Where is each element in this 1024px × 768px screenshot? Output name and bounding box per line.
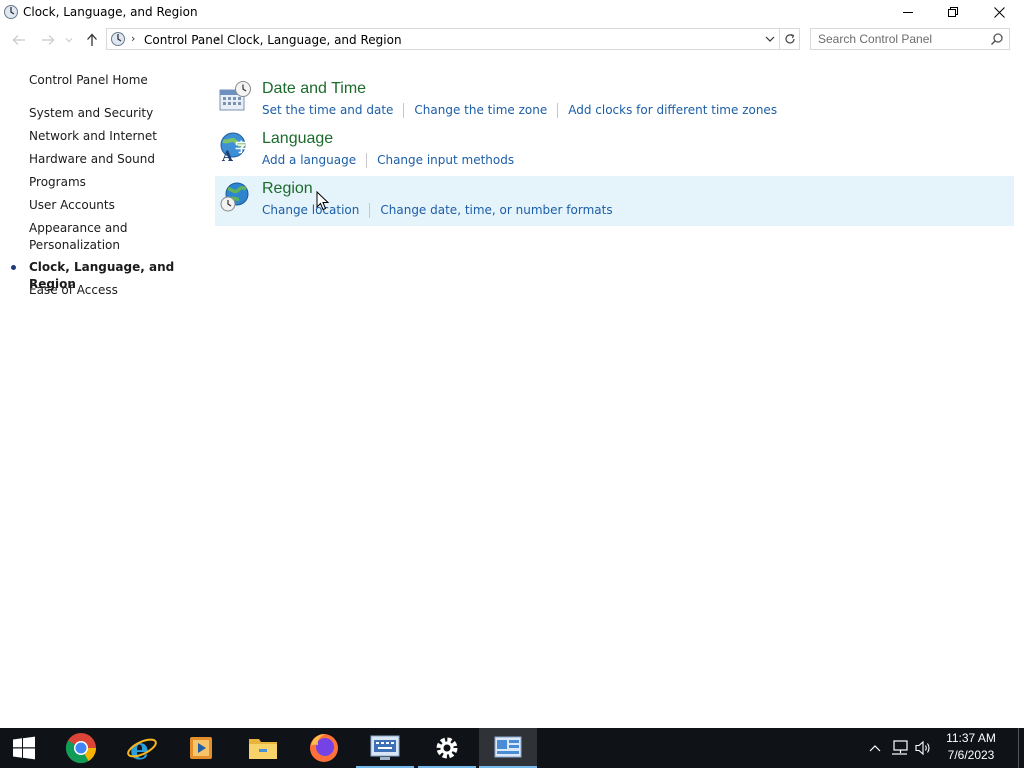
show-hidden-icons-button[interactable] bbox=[866, 728, 884, 768]
settings-gear-icon bbox=[436, 737, 458, 759]
chevron-down-icon bbox=[65, 38, 73, 43]
network-tray-button[interactable] bbox=[889, 728, 911, 768]
date-and-time-title[interactable]: Date and Time bbox=[262, 80, 366, 98]
change-location-link[interactable]: Change location bbox=[262, 203, 359, 217]
close-icon bbox=[993, 6, 1005, 18]
change-formats-link[interactable]: Change date, time, or number formats bbox=[380, 203, 612, 217]
search-icon[interactable] bbox=[990, 32, 1004, 46]
taskbar-media-player[interactable] bbox=[172, 728, 230, 768]
clock-time: 11:37 AM bbox=[946, 731, 996, 745]
nav-network-and-internet[interactable]: Network and Internet bbox=[29, 128, 157, 145]
link-divider bbox=[366, 152, 368, 168]
nav-appearance-and-personalization[interactable]: Appearance and Personalization bbox=[29, 220, 129, 254]
address-dropdown-icon[interactable] bbox=[763, 32, 777, 46]
link-divider bbox=[369, 202, 371, 218]
title-bar: Clock, Language, and Region bbox=[0, 0, 1024, 24]
control-panel-icon bbox=[494, 736, 522, 758]
on-screen-keyboard-icon bbox=[370, 735, 400, 760]
category-region: Region Change location Change date, time… bbox=[215, 176, 1014, 226]
taskbar-chrome[interactable] bbox=[52, 728, 110, 768]
svg-text:字: 字 bbox=[235, 140, 248, 156]
link-divider bbox=[557, 102, 559, 118]
taskbar-firefox[interactable] bbox=[295, 728, 353, 768]
control-panel-window-icon bbox=[4, 5, 18, 19]
nav-hardware-and-sound[interactable]: Hardware and Sound bbox=[29, 151, 155, 168]
speaker-volume-icon bbox=[915, 740, 930, 756]
category-language: A 字 Language Add a language Change input… bbox=[215, 126, 1014, 176]
mouse-pointer-icon bbox=[316, 191, 330, 211]
add-clocks-link[interactable]: Add clocks for different time zones bbox=[568, 103, 777, 117]
taskbar-settings[interactable] bbox=[418, 728, 476, 768]
set-time-and-date-link[interactable]: Set the time and date bbox=[262, 103, 393, 117]
clock-date: 7/6/2023 bbox=[947, 748, 995, 762]
nav-user-accounts[interactable]: User Accounts bbox=[29, 197, 115, 214]
left-navigation-pane: Control Panel Home System and Security N… bbox=[0, 56, 205, 726]
window-title: Clock, Language, and Region bbox=[23, 5, 198, 19]
start-icon bbox=[13, 736, 35, 760]
up-button[interactable] bbox=[82, 31, 102, 49]
search-input[interactable] bbox=[811, 29, 987, 49]
region-links: Change location Change date, time, or nu… bbox=[262, 202, 613, 218]
taskbar-clock[interactable]: 11:37 AM 7/6/2023 bbox=[936, 730, 1006, 766]
back-arrow-icon bbox=[12, 35, 25, 45]
volume-tray-button[interactable] bbox=[913, 728, 935, 768]
media-player-icon bbox=[190, 737, 212, 759]
forward-arrow-icon bbox=[42, 35, 55, 45]
add-a-language-link[interactable]: Add a language bbox=[262, 153, 356, 167]
current-item-bullet bbox=[11, 265, 16, 270]
chrome-icon bbox=[65, 733, 96, 764]
internet-explorer-icon: e bbox=[127, 732, 157, 764]
taskbar-control-panel[interactable] bbox=[479, 728, 537, 768]
start-button[interactable] bbox=[0, 728, 48, 768]
refresh-button[interactable] bbox=[780, 28, 800, 50]
control-panel-home-link[interactable]: Control Panel Home bbox=[29, 72, 148, 89]
breadcrumb-separator-icon[interactable]: › bbox=[215, 32, 219, 45]
breadcrumb-control-panel[interactable]: Control Panel bbox=[144, 33, 224, 47]
firefox-icon bbox=[310, 734, 338, 762]
nav-ease-of-access[interactable]: Ease of Access bbox=[29, 282, 118, 299]
category-date-and-time: Date and Time Set the time and date Chan… bbox=[215, 76, 1014, 126]
taskbar-file-explorer[interactable] bbox=[234, 728, 292, 768]
control-panel-location-icon bbox=[111, 32, 125, 46]
language-icon: A 字 bbox=[220, 132, 248, 164]
nav-system-and-security[interactable]: System and Security bbox=[29, 105, 153, 122]
close-button[interactable] bbox=[976, 0, 1022, 24]
region-globe-icon bbox=[220, 182, 249, 212]
region-title[interactable]: Region bbox=[262, 180, 313, 198]
back-button[interactable] bbox=[9, 31, 29, 49]
restore-button[interactable] bbox=[930, 0, 976, 24]
date-and-time-links: Set the time and date Change the time zo… bbox=[262, 102, 777, 118]
link-divider bbox=[403, 102, 405, 118]
nav-programs[interactable]: Programs bbox=[29, 174, 86, 191]
language-title[interactable]: Language bbox=[262, 130, 333, 148]
up-arrow-icon bbox=[87, 33, 97, 46]
change-input-methods-link[interactable]: Change input methods bbox=[377, 153, 514, 167]
address-bar[interactable]: › Control Panel › Clock, Language, and R… bbox=[106, 28, 780, 50]
restore-icon bbox=[948, 7, 958, 17]
language-links: Add a language Change input methods bbox=[262, 152, 514, 168]
chevron-up-icon bbox=[869, 745, 881, 752]
file-explorer-icon bbox=[249, 739, 277, 759]
forward-button[interactable] bbox=[38, 31, 58, 49]
taskbar-internet-explorer[interactable]: e bbox=[113, 728, 171, 768]
refresh-icon bbox=[784, 33, 795, 44]
network-icon bbox=[892, 740, 908, 755]
recent-locations-button[interactable] bbox=[62, 31, 76, 49]
minimize-icon bbox=[903, 12, 913, 13]
minimize-button[interactable] bbox=[885, 0, 931, 24]
show-desktop-button[interactable] bbox=[1018, 728, 1024, 768]
breadcrumb-separator-icon[interactable]: › bbox=[375, 32, 379, 45]
navigation-bar: › Control Panel › Clock, Language, and R… bbox=[0, 26, 1024, 54]
svg-text:e: e bbox=[130, 732, 149, 764]
taskbar-on-screen-keyboard[interactable] bbox=[356, 728, 414, 768]
search-box[interactable] bbox=[810, 28, 1010, 50]
date-time-icon bbox=[219, 81, 251, 111]
taskbar: e 11:37 AM 7/6/2023 bbox=[0, 728, 1024, 768]
change-time-zone-link[interactable]: Change the time zone bbox=[414, 103, 547, 117]
breadcrumb-separator-icon[interactable]: › bbox=[131, 32, 135, 45]
svg-text:A: A bbox=[221, 149, 234, 164]
